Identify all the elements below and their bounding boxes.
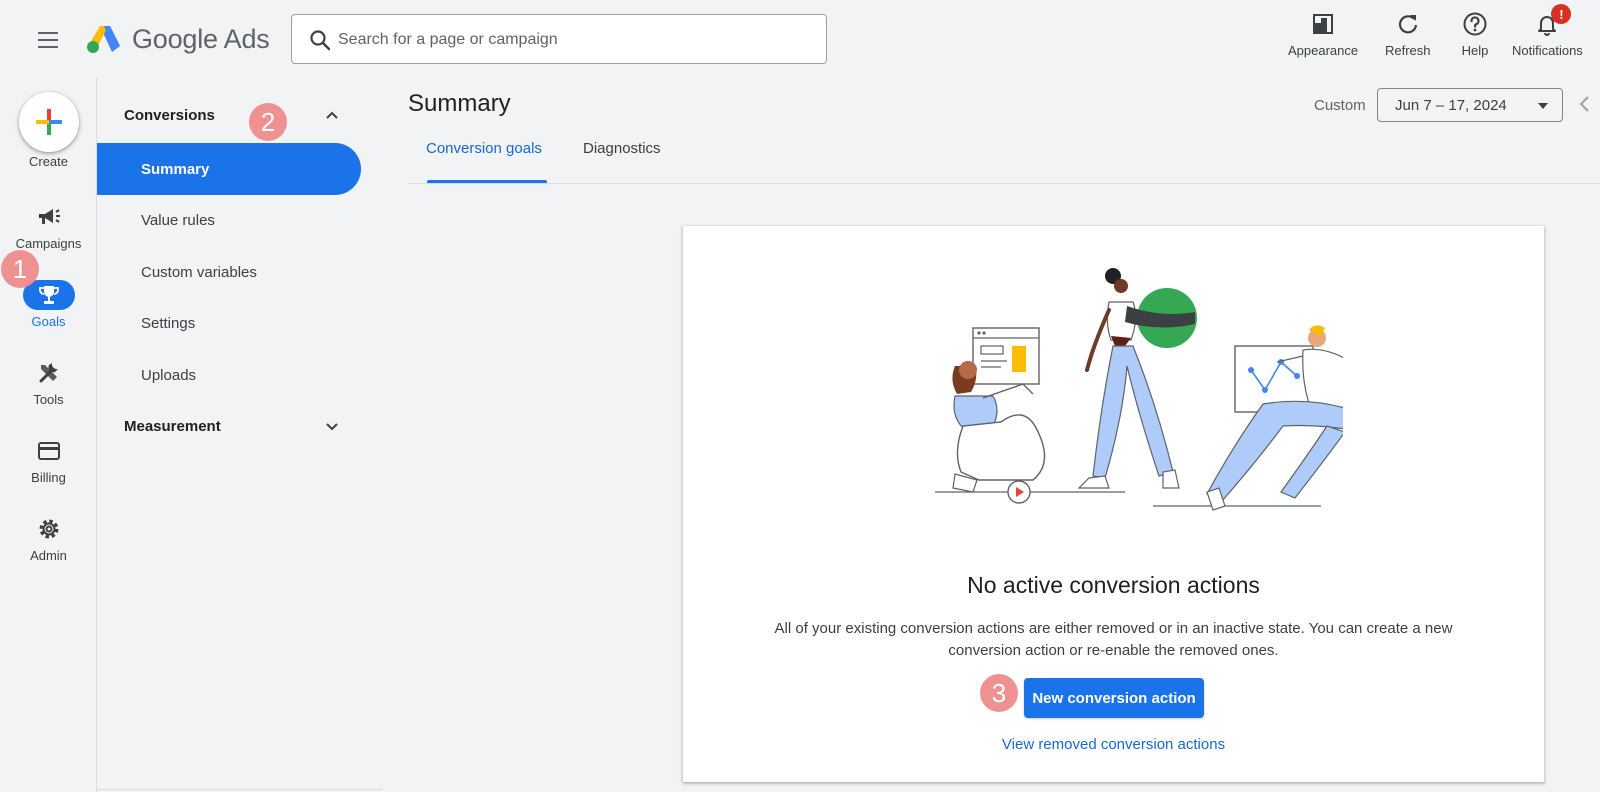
google-ads-logo-icon (87, 26, 120, 53)
rail-label-tools: Tools (33, 392, 64, 407)
empty-state-description: All of your existing conversion actions … (774, 620, 1453, 659)
top-bar: Google Ads Appearance Refresh (0, 0, 1600, 78)
nav-rail: Create Campaigns Goals Tools Billing Adm… (0, 78, 97, 792)
tab-conversion-goals[interactable]: Conversion goals (426, 140, 542, 182)
appearance-button[interactable]: Appearance (1288, 10, 1358, 58)
subnav-section-label: Measurement (124, 417, 221, 435)
rail-item-campaigns[interactable]: Campaigns (0, 202, 97, 251)
page-title: Summary (408, 90, 511, 117)
subnav-item-settings[interactable]: Settings (97, 297, 361, 349)
refresh-label: Refresh (1385, 43, 1431, 58)
step-marker-1: 1 (1, 250, 39, 288)
chevron-left-icon[interactable] (1576, 94, 1594, 114)
goals-subnav: Conversions Summary Value rules Custom v… (97, 78, 382, 792)
rail-label-billing: Billing (31, 470, 66, 485)
rail-label-admin: Admin (30, 548, 67, 563)
help-icon (1461, 10, 1489, 38)
search-icon (310, 30, 331, 51)
search-input[interactable] (336, 15, 810, 65)
view-removed-conversion-actions-link: View removed conversion actions (683, 736, 1544, 753)
chevron-up-icon (326, 111, 338, 119)
subnav-item-value-rules[interactable]: Value rules (97, 194, 361, 246)
rail-item-billing[interactable]: Billing (0, 436, 97, 485)
date-range-picker[interactable]: Jun 7 – 17, 2024 (1377, 88, 1563, 122)
create-button[interactable] (19, 92, 79, 152)
tools-icon (23, 358, 75, 388)
rail-label-goals: Goals (31, 314, 66, 329)
view-removed-link-text[interactable]: View removed conversion actions (1002, 736, 1225, 753)
tabs-divider (408, 183, 1600, 184)
notification-badge: ! (1551, 4, 1572, 24)
search-box[interactable] (291, 14, 827, 65)
rail-item-admin[interactable]: Admin (0, 514, 97, 563)
subnav-item-label: Uploads (141, 366, 197, 384)
google-ads-logo[interactable]: Google Ads (86, 22, 270, 56)
subnav-item-label: Summary (141, 160, 210, 178)
subnav-item-uploads[interactable]: Uploads (97, 349, 361, 401)
subnav-section-conversions[interactable]: Conversions (97, 89, 382, 141)
refresh-icon (1394, 10, 1422, 38)
subnav-section-measurement[interactable]: Measurement (97, 400, 382, 452)
create-label: Create (28, 154, 69, 169)
help-label: Help (1461, 43, 1489, 58)
step-marker-2: 2 (249, 103, 287, 141)
subnav-divider (97, 789, 382, 790)
chevron-down-icon (326, 423, 338, 431)
empty-state-card: No active conversion actions All of your… (683, 226, 1544, 782)
appearance-icon (1309, 10, 1337, 38)
empty-state-illustration (935, 268, 1343, 511)
tab-diagnostics[interactable]: Diagnostics (583, 140, 661, 182)
rail-item-tools[interactable]: Tools (0, 358, 97, 407)
gear-icon (23, 514, 75, 544)
refresh-button[interactable]: Refresh (1385, 10, 1431, 58)
credit-card-icon (23, 436, 75, 466)
plus-icon (36, 109, 62, 135)
notifications-label: Notifications (1512, 43, 1583, 58)
help-button[interactable]: Help (1461, 10, 1489, 58)
rail-label-campaigns: Campaigns (15, 236, 82, 251)
subnav-item-summary[interactable]: Summary (97, 143, 361, 195)
subnav-item-label: Settings (141, 314, 196, 332)
appearance-label: Appearance (1288, 43, 1359, 58)
notifications-button[interactable]: ! Notifications (1512, 4, 1583, 58)
empty-state-title: No active conversion actions (967, 572, 1260, 598)
new-conversion-action-button[interactable]: New conversion action (1024, 678, 1204, 718)
subnav-item-custom-variables[interactable]: Custom variables (97, 246, 361, 298)
bell-icon: ! (1533, 4, 1572, 38)
app-name: Google Ads (132, 23, 270, 54)
main-menu-button[interactable] (28, 22, 68, 58)
megaphone-icon (23, 202, 75, 232)
subnav-item-label: Custom variables (141, 263, 257, 281)
step-marker-3: 3 (980, 674, 1018, 712)
subnav-section-label: Conversions (124, 106, 215, 124)
subnav-item-label: Value rules (141, 211, 215, 229)
date-range-label: Custom (1314, 97, 1366, 114)
date-range-value: Jun 7 – 17, 2024 (1395, 96, 1507, 114)
dropdown-arrow-icon (1538, 103, 1548, 109)
